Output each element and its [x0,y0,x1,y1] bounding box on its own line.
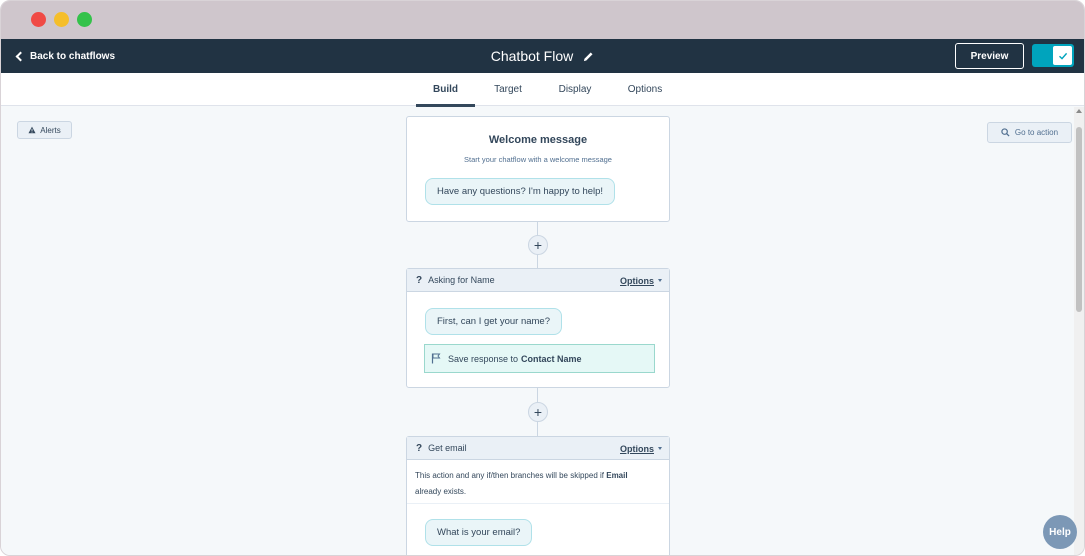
name-question-bubble[interactable]: First, can I get your name? [425,308,562,335]
skip-condition-note: This action and any if/then branches wil… [407,460,669,504]
welcome-title: Welcome message [488,134,588,146]
add-action-button[interactable]: + [528,402,548,422]
save-response-box[interactable]: Save response to Contact Name [424,344,655,373]
preview-button[interactable]: Preview [955,43,1024,69]
action-name: Asking for Name [428,275,495,285]
back-label: Back to chatflows [30,50,116,62]
action-card-get-email[interactable]: ? Get email Options This action and any … [406,436,670,555]
options-dropdown[interactable]: Options [620,269,662,292]
tab-target[interactable]: Target [487,73,529,106]
maximize-window-button[interactable] [77,12,92,27]
action-header: ? Asking for Name Options [407,269,669,292]
minimize-window-button[interactable] [54,12,69,27]
toggle-knob [1053,46,1072,65]
alerts-label: Alerts [40,125,61,135]
go-to-action-label: Go to action [1014,128,1059,137]
app-window: Back to chatflows Chatbot Flow Preview B… [0,0,1085,556]
app-header: Back to chatflows Chatbot Flow Preview [1,39,1084,73]
question-icon: ? [416,274,423,286]
action-name: Get email [428,443,467,453]
window-titlebar [1,1,1084,39]
skip-note-field: Email [606,471,628,480]
options-label: Options [620,275,654,286]
flow-title-container: Chatbot Flow [1,39,1084,73]
welcome-message-card[interactable]: Welcome message Start your chatflow with… [406,116,670,222]
warning-icon [28,126,36,134]
skip-note-suffix: already exists. [415,487,467,496]
tab-bar: Build Target Display Options [1,73,1084,107]
tab-build[interactable]: Build [416,73,475,107]
save-response-prefix: Save response to [448,353,519,364]
options-label: Options [620,443,654,454]
flag-icon [431,353,441,364]
alerts-button[interactable]: Alerts [17,121,72,139]
search-icon [1001,128,1010,137]
email-question-bubble[interactable]: What is your email? [425,519,533,546]
caret-down-icon [658,279,662,282]
add-action-button[interactable]: + [528,235,548,255]
pencil-icon[interactable] [583,51,594,62]
welcome-message-bubble[interactable]: Have any questions? I'm happy to help! [425,178,616,205]
flow-title[interactable]: Chatbot Flow [491,48,573,64]
checkmark-icon [1058,52,1067,60]
vertical-scrollbar[interactable] [1074,107,1084,555]
tab-options[interactable]: Options [621,73,669,106]
tab-display[interactable]: Display [553,73,597,106]
chevron-left-icon [15,51,26,61]
save-response-target: Contact Name [521,353,582,364]
action-card-asking-for-name[interactable]: ? Asking for Name Options First, can I g… [406,268,670,388]
scrollbar-thumb[interactable] [1076,127,1082,312]
close-window-button[interactable] [31,12,46,27]
welcome-subtitle: Start your chatflow with a welcome messa… [464,155,612,164]
scroll-up-arrow-icon[interactable] [1076,109,1082,113]
back-to-chatflows-link[interactable]: Back to chatflows [15,39,115,73]
action-header: ? Get email Options [407,437,669,460]
skip-note-prefix: This action and any if/then branches wil… [415,471,604,480]
caret-down-icon [658,447,662,450]
publish-toggle[interactable] [1032,44,1074,67]
go-to-action-button[interactable]: Go to action [987,122,1072,143]
question-icon: ? [416,442,423,454]
flow-canvas[interactable]: Alerts Go to action + + Welcome message … [1,107,1076,555]
options-dropdown[interactable]: Options [620,437,662,460]
help-button[interactable]: Help [1043,515,1077,549]
